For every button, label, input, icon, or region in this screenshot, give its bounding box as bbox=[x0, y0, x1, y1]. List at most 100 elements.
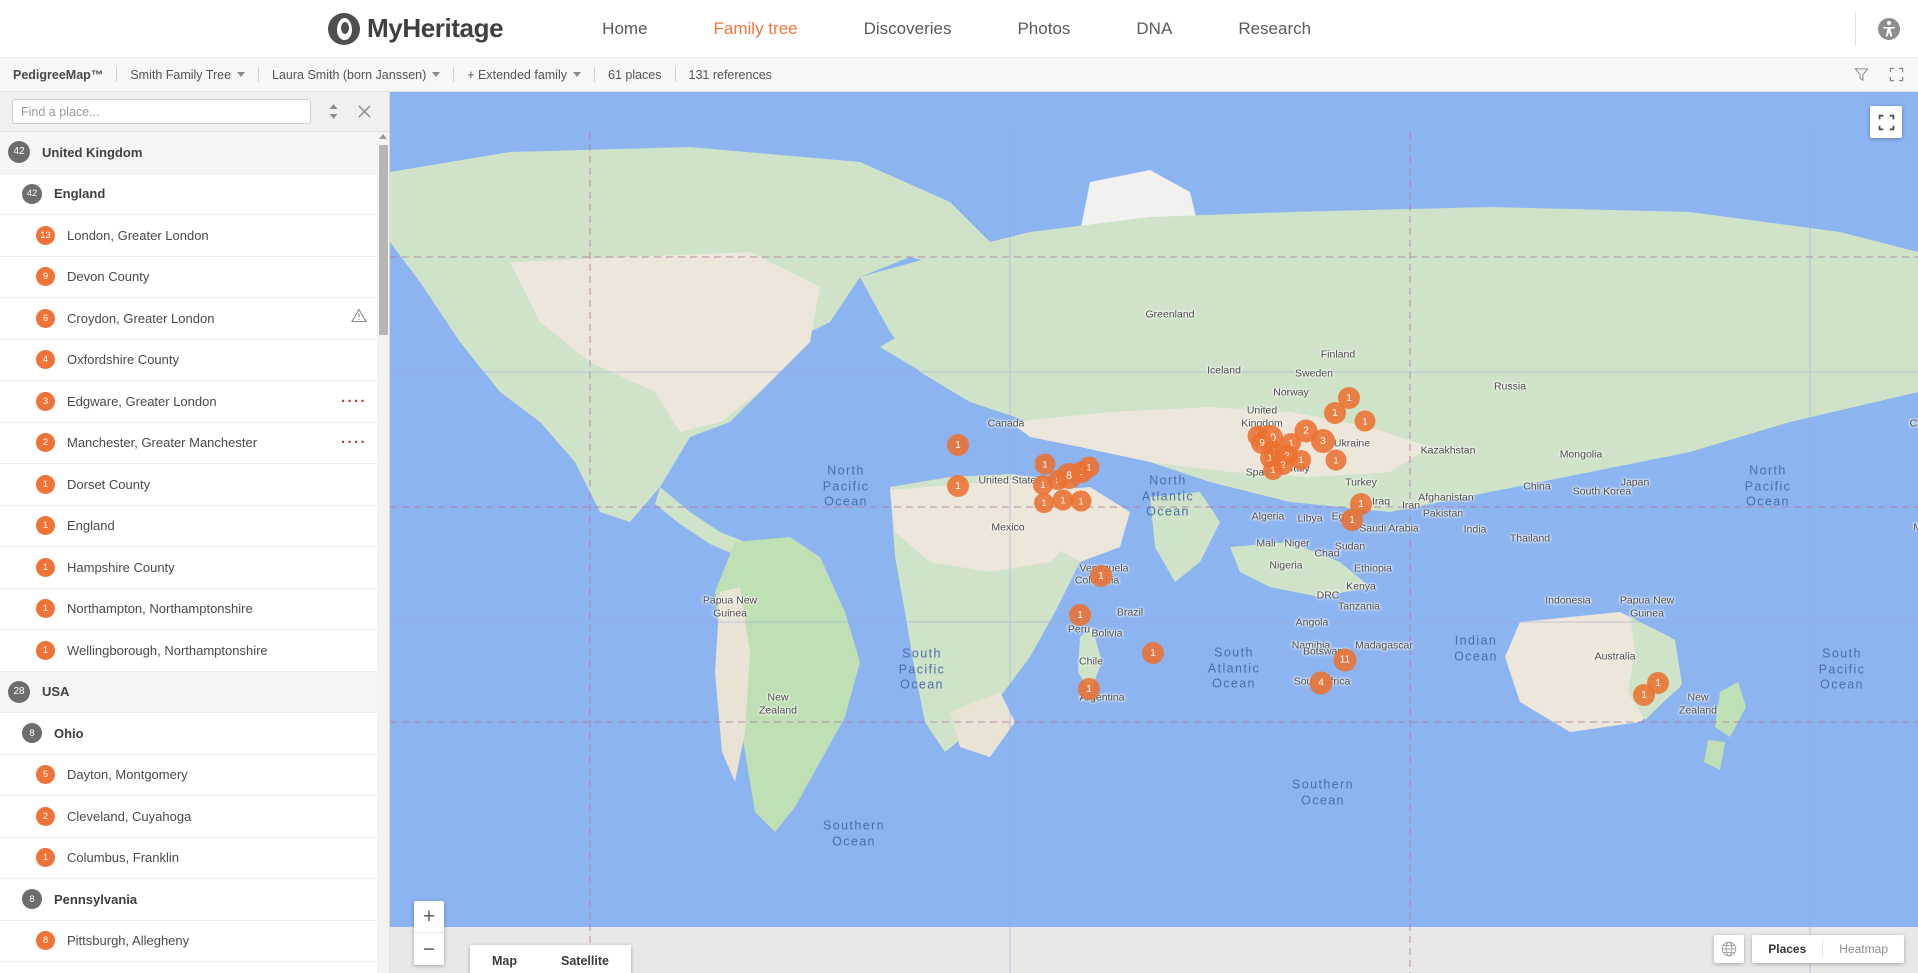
references-count: 131 references bbox=[689, 68, 772, 82]
map-marker[interactable]: 11 bbox=[1334, 649, 1357, 672]
scope-selector[interactable]: + Extended family bbox=[467, 68, 581, 82]
map-marker[interactable]: 1 bbox=[1071, 491, 1092, 512]
place-row[interactable]: 2Cleveland, Cuyahoga bbox=[0, 796, 389, 838]
accessibility-icon[interactable] bbox=[1878, 18, 1900, 40]
nav-divider bbox=[1855, 12, 1856, 46]
pedigreemap-toolbar: PedigreeMap™ Smith Family Tree Laura Smi… bbox=[0, 58, 1918, 92]
sort-icon[interactable] bbox=[321, 99, 345, 125]
place-row[interactable]: 42England bbox=[0, 174, 389, 216]
place-row-action[interactable]: ···· bbox=[341, 394, 367, 409]
nav-item-family-tree[interactable]: Family tree bbox=[681, 19, 831, 39]
place-row-action[interactable] bbox=[351, 308, 367, 328]
map-marker[interactable]: 1 bbox=[1090, 565, 1112, 587]
map-marker[interactable]: 1 bbox=[1291, 450, 1311, 470]
place-row-label: Cleveland, Cuyahoga bbox=[67, 809, 191, 824]
map-fullscreen-icon[interactable] bbox=[1870, 106, 1902, 138]
map-marker[interactable]: 1 bbox=[1341, 509, 1363, 531]
nav-item-dna[interactable]: DNA bbox=[1103, 19, 1205, 39]
zoom-out-button[interactable]: − bbox=[414, 933, 444, 965]
brand-name: MyHeritage bbox=[367, 13, 503, 44]
world-map[interactable]: North Pacific OceanNorth Atlantic OceanS… bbox=[390, 92, 1918, 973]
tree-selector[interactable]: Smith Family Tree bbox=[130, 68, 245, 82]
search-input[interactable] bbox=[12, 99, 311, 124]
place-row[interactable]: 1England bbox=[0, 506, 389, 548]
place-row[interactable]: 6Croydon, Greater London bbox=[0, 298, 389, 340]
place-row-label: Northampton, Northamptonshire bbox=[67, 601, 253, 616]
map-marker[interactable]: 1 bbox=[1069, 604, 1091, 626]
place-count-badge: 8 bbox=[22, 723, 42, 743]
myheritage-logo[interactable]: MyHeritage bbox=[328, 13, 503, 45]
nav-right-group bbox=[1855, 0, 1918, 57]
place-list[interactable]: 42United Kingdom42England13London, Great… bbox=[0, 132, 389, 973]
place-row[interactable]: 1Dorset County bbox=[0, 464, 389, 506]
map-marker[interactable]: 1 bbox=[1034, 493, 1054, 513]
fullscreen-icon[interactable] bbox=[1889, 67, 1904, 82]
place-count-badge: 28 bbox=[8, 681, 30, 703]
place-row[interactable]: 2Manchester, Greater Manchester···· bbox=[0, 423, 389, 465]
place-row[interactable]: 8Pittsburgh, Allegheny bbox=[0, 921, 389, 963]
place-row-label: Manchester, Greater Manchester bbox=[67, 435, 257, 450]
map-marker[interactable]: 1 bbox=[1324, 402, 1346, 424]
place-row[interactable]: 1 Hampshire County bbox=[0, 547, 389, 589]
place-count-badge: 5 bbox=[36, 765, 55, 784]
place-row[interactable]: 42United Kingdom bbox=[0, 132, 389, 174]
nav-item-research[interactable]: Research bbox=[1205, 19, 1344, 39]
place-row-label: Hampshire County bbox=[67, 560, 175, 575]
map-marker[interactable]: 1 bbox=[1633, 684, 1655, 706]
place-count-badge: 1 bbox=[36, 475, 55, 494]
view-toggle-places[interactable]: Places bbox=[1752, 935, 1822, 963]
more-options-icon[interactable]: ···· bbox=[341, 394, 367, 409]
places-sidebar: 42United Kingdom42England13London, Great… bbox=[0, 92, 390, 973]
place-count-badge: 1 bbox=[36, 641, 55, 660]
place-row[interactable]: 8Ohio bbox=[0, 713, 389, 755]
map-marker[interactable]: 1 bbox=[1263, 460, 1283, 480]
map-marker[interactable]: 1 bbox=[1078, 678, 1100, 700]
place-row-action[interactable]: ···· bbox=[341, 435, 367, 450]
close-icon[interactable] bbox=[351, 99, 377, 125]
zoom-in-button[interactable]: + bbox=[414, 901, 444, 933]
person-selector[interactable]: Laura Smith (born Janssen) bbox=[272, 68, 440, 82]
warning-icon[interactable] bbox=[351, 308, 367, 328]
place-row-label: Pittsburgh, Allegheny bbox=[67, 933, 189, 948]
place-count-badge: 1 bbox=[36, 558, 55, 577]
toolbar-actions bbox=[1854, 67, 1904, 82]
place-row[interactable]: 9Devon County bbox=[0, 257, 389, 299]
globe-icon[interactable] bbox=[1714, 935, 1744, 963]
place-row[interactable]: 5 Dayton, Montgomery bbox=[0, 755, 389, 797]
chevron-down-icon bbox=[573, 72, 581, 77]
nav-item-home[interactable]: Home bbox=[569, 19, 680, 39]
scrollbar-thumb[interactable] bbox=[379, 145, 388, 335]
place-row-label: Wellingborough, Northamptonshire bbox=[67, 643, 268, 658]
place-count-badge: 13 bbox=[36, 226, 55, 245]
map-type-satellite[interactable]: Satellite bbox=[539, 945, 631, 973]
place-count-badge: 1 bbox=[36, 599, 55, 618]
place-row-label: Dayton, Montgomery bbox=[67, 767, 188, 782]
scroll-up-arrow[interactable] bbox=[378, 134, 388, 142]
toolbar-divider bbox=[675, 67, 676, 82]
place-row[interactable]: 4Oxfordshire County bbox=[0, 340, 389, 382]
nav-item-discoveries[interactable]: Discoveries bbox=[831, 19, 985, 39]
place-row[interactable]: 1Columbus, Franklin bbox=[0, 838, 389, 880]
map-marker[interactable]: 1 bbox=[947, 475, 969, 497]
place-row[interactable]: 13London, Greater London bbox=[0, 215, 389, 257]
map-marker[interactable]: 1 bbox=[1326, 450, 1347, 471]
place-row[interactable]: 3Edgware, Greater London···· bbox=[0, 381, 389, 423]
place-count-badge: 3 bbox=[36, 392, 55, 411]
map-marker[interactable]: 4 bbox=[1310, 672, 1333, 695]
map-marker[interactable]: 1 bbox=[1355, 411, 1376, 432]
map-type-map[interactable]: Map bbox=[470, 945, 539, 973]
nav-item-photos[interactable]: Photos bbox=[984, 19, 1103, 39]
place-row[interactable]: 28USA bbox=[0, 672, 389, 714]
filter-icon[interactable] bbox=[1854, 67, 1869, 82]
map-marker[interactable]: 1 bbox=[947, 434, 969, 456]
map-marker[interactable]: 1 bbox=[1079, 457, 1100, 478]
place-row-label: Devon County bbox=[67, 269, 149, 284]
sidebar-scrollbar[interactable] bbox=[377, 132, 389, 973]
chevron-down-icon bbox=[237, 72, 245, 77]
view-toggle-heatmap[interactable]: Heatmap bbox=[1823, 935, 1904, 963]
place-row[interactable]: 8Pennsylvania bbox=[0, 879, 389, 921]
more-options-icon[interactable]: ···· bbox=[341, 435, 367, 450]
place-row[interactable]: 1 Wellingborough, Northamptonshire bbox=[0, 630, 389, 672]
place-row[interactable]: 1 Northampton, Northamptonshire bbox=[0, 589, 389, 631]
map-marker[interactable]: 1 bbox=[1142, 642, 1164, 664]
